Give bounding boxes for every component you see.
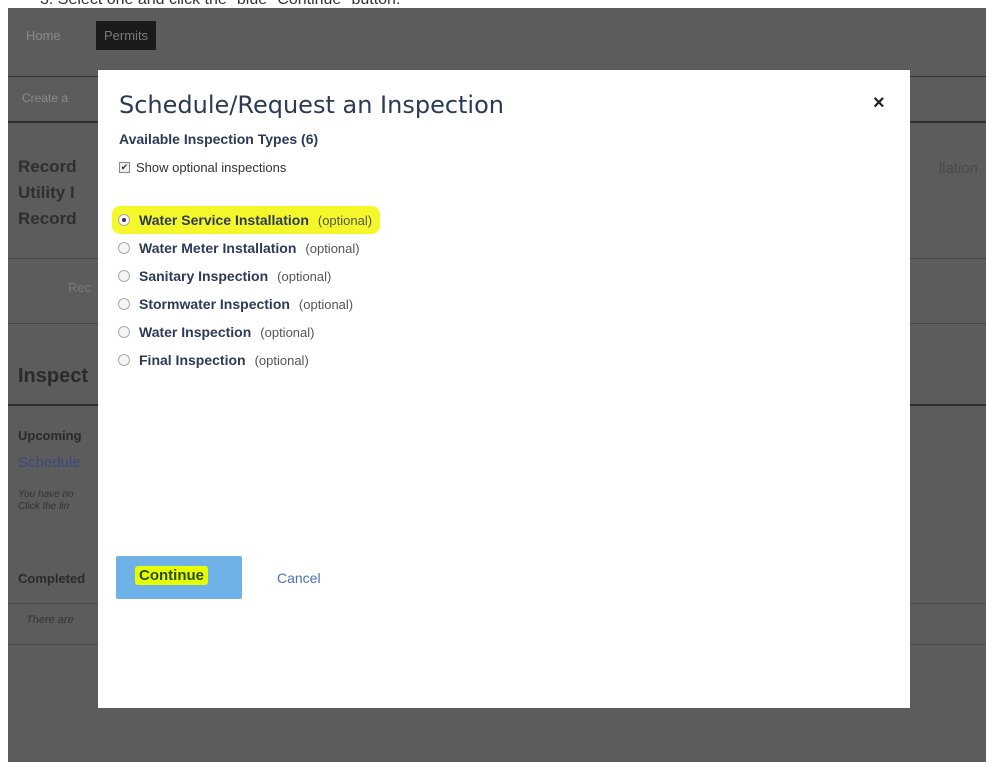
inspection-dialog: Schedule/Request an Inspection × Availab…: [98, 70, 910, 708]
option-label: Final Inspection: [139, 352, 246, 368]
nav-home[interactable]: Home: [26, 28, 61, 43]
cancel-link[interactable]: Cancel: [277, 570, 321, 586]
option-water-meter-installation[interactable]: Water Meter Installation (optional): [118, 234, 380, 262]
record-right-text: llation: [938, 160, 978, 177]
top-nav: Home Permits: [8, 8, 986, 77]
record-line: Record: [18, 157, 77, 176]
option-label: Water Service Installation: [139, 212, 309, 228]
continue-label: Continue: [135, 566, 208, 585]
show-optional-checkbox[interactable]: ✔: [119, 162, 130, 173]
option-water-inspection[interactable]: Water Inspection (optional): [118, 318, 380, 346]
option-tag: (optional): [254, 352, 309, 368]
inspection-type-list: Water Service Installation (optional) Wa…: [112, 206, 381, 374]
option-tag: (optional): [305, 240, 360, 256]
upcoming-label: Upcoming: [18, 428, 82, 443]
option-tag: (optional): [298, 296, 354, 312]
empty-note: Click the lin: [18, 501, 70, 512]
completed-empty-note: There are: [26, 614, 74, 626]
option-tag: (optional): [277, 268, 332, 284]
continue-button[interactable]: Continue: [116, 556, 242, 599]
record-tab[interactable]: Rec: [68, 280, 91, 295]
app-screen: Home Permits Create a Record Utility I R…: [8, 8, 986, 762]
option-label: Water Meter Installation: [139, 240, 297, 256]
inspections-heading: Inspect: [18, 365, 89, 387]
radio-button[interactable]: [118, 214, 130, 226]
available-types-heading: Available Inspection Types (6): [119, 131, 319, 147]
show-optional-row[interactable]: ✔ Show optional inspections: [119, 160, 286, 175]
option-tag: (optional): [317, 212, 373, 228]
option-tag: (optional): [260, 324, 315, 340]
show-optional-label: Show optional inspections: [136, 160, 287, 175]
radio-button[interactable]: [118, 326, 130, 338]
option-final-inspection[interactable]: Final Inspection (optional): [118, 346, 380, 374]
option-sanitary-inspection[interactable]: Sanitary Inspection (optional): [118, 262, 380, 290]
record-line: Record: [18, 209, 77, 228]
option-water-service-installation[interactable]: Water Service Installation (optional): [112, 206, 381, 234]
dialog-title: Schedule/Request an Inspection: [119, 91, 504, 119]
radio-button[interactable]: [118, 242, 130, 254]
radio-button[interactable]: [118, 270, 130, 282]
sub-nav-create[interactable]: Create a: [22, 91, 68, 105]
record-line: Utility I: [18, 183, 75, 202]
option-label: Sanitary Inspection: [139, 268, 269, 284]
radio-button[interactable]: [118, 298, 130, 310]
schedule-link[interactable]: Schedule: [18, 454, 81, 471]
record-info: Record Utility I Record: [18, 154, 77, 232]
option-label: Stormwater Inspection: [139, 296, 290, 312]
close-icon[interactable]: ×: [873, 92, 885, 115]
option-label: Water Inspection: [139, 324, 252, 340]
completed-label: Completed: [18, 571, 86, 586]
nav-permits[interactable]: Permits: [96, 21, 157, 50]
radio-button[interactable]: [118, 354, 130, 366]
option-stormwater-inspection[interactable]: Stormwater Inspection (optional): [118, 290, 380, 318]
empty-note: You have no: [18, 489, 74, 500]
